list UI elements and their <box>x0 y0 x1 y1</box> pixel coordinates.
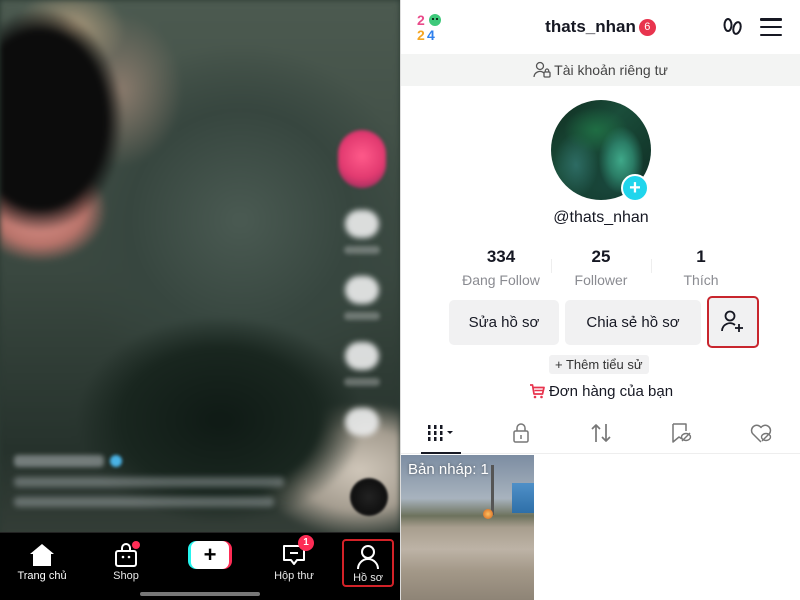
add-friends-button[interactable] <box>707 296 759 348</box>
private-account-icon <box>533 61 551 78</box>
add-bio-button[interactable]: + Thêm tiểu sử <box>549 355 649 374</box>
home-indicator[interactable] <box>140 592 260 596</box>
followers-label: Follower <box>574 272 628 288</box>
add-friend-icon <box>721 310 743 332</box>
verified-icon <box>110 455 122 467</box>
nav-inbox[interactable]: 1 Hộp thư <box>258 535 330 582</box>
nav-shop-label: Shop <box>113 570 139 582</box>
year-2024-logo-icon[interactable]: 2 2 4 <box>417 12 443 43</box>
share-icon[interactable] <box>345 408 379 436</box>
edit-profile-button[interactable]: Sửa hồ sơ <box>449 300 559 345</box>
profile-video-grid: Bản nháp: 1 <box>401 455 800 600</box>
video-caption <box>14 455 294 507</box>
bookmark-count <box>344 378 380 386</box>
lock-icon <box>513 422 529 443</box>
caption-username[interactable] <box>14 455 294 467</box>
following-count: 334 <box>486 247 516 266</box>
grid-icon <box>428 424 453 441</box>
followers-count: 25 <box>591 247 611 266</box>
bookmark-icon[interactable] <box>345 342 379 370</box>
header-username: thats_nhan <box>545 17 636 36</box>
drafts-tile[interactable]: Bản nháp: 1 <box>401 455 534 600</box>
profile-username-switcher[interactable]: thats_nhan 6 <box>545 17 656 37</box>
tab-favorites[interactable] <box>641 412 721 453</box>
music-disc-icon[interactable] <box>350 478 388 516</box>
stat-likes[interactable]: 1 Thích <box>651 247 751 288</box>
creator-avatar[interactable] <box>338 130 386 188</box>
video-feed-screen: Trang chủ Shop + 1 Hộp thư Hồ sơ <box>0 0 400 600</box>
bookmark-hidden-icon <box>672 422 692 443</box>
orders-label: Đơn hàng của bạn <box>548 383 674 400</box>
drafts-label: Bản nháp: 1 <box>408 461 489 478</box>
profile-avatar-container: + <box>551 100 651 202</box>
repost-icon <box>591 423 611 442</box>
likes-count: 1 <box>696 247 706 266</box>
nav-profile[interactable]: Hồ sơ <box>342 539 394 587</box>
video-side-actions <box>338 130 386 436</box>
footprints-icon[interactable] <box>722 16 744 38</box>
account-notification-badge: 6 <box>638 18 656 36</box>
svg-text:2: 2 <box>417 12 425 28</box>
shopping-cart-icon <box>529 384 545 399</box>
nav-shop[interactable]: Shop <box>90 541 162 582</box>
profile-header: 2 2 4 thats_nhan 6 <box>401 0 800 54</box>
profile-icon <box>356 543 380 571</box>
home-icon <box>29 541 55 569</box>
comment-icon[interactable] <box>345 276 379 304</box>
nav-inbox-label: Hộp thư <box>274 570 314 582</box>
screenshot-frame: Trang chủ Shop + 1 Hộp thư Hồ sơ 2 2 4 t… <box>0 0 800 600</box>
profile-stats: 334 Đang Follow 25 Follower 1 Thích <box>451 247 751 288</box>
profile-screen: 2 2 4 thats_nhan 6 Tài khoản riêng tư + … <box>400 0 800 600</box>
tab-liked[interactable] <box>721 412 800 453</box>
tab-private[interactable] <box>481 412 561 453</box>
hamburger-menu-icon[interactable] <box>760 18 782 36</box>
like-count <box>344 246 380 254</box>
likes-label: Thích <box>683 272 719 288</box>
profile-handle: @thats_nhan <box>553 209 649 226</box>
plus-symbol: + <box>191 541 229 569</box>
blurred-caption-line <box>14 477 284 487</box>
private-account-label: Tài khoản riêng tư <box>554 62 668 78</box>
private-account-bar[interactable]: Tài khoản riêng tư <box>401 54 800 86</box>
stat-following[interactable]: 334 Đang Follow <box>451 247 551 288</box>
profile-content-tabs <box>401 412 800 454</box>
tab-reposts[interactable] <box>561 412 641 453</box>
following-label: Đang Follow <box>462 272 540 288</box>
profile-actions: Sửa hồ sơ Chia sẻ hồ sơ <box>449 296 759 348</box>
bottom-navigation: Trang chủ Shop + 1 Hộp thư Hồ sơ <box>0 532 400 600</box>
blurred-caption-line <box>14 497 274 507</box>
blurred-username <box>14 455 104 467</box>
like-icon[interactable] <box>345 210 379 238</box>
tile-thumbnail-detail <box>483 509 493 519</box>
tile-thumbnail-detail <box>491 465 494 515</box>
heart-hidden-icon <box>750 424 772 443</box>
add-avatar-plus-icon[interactable]: + <box>621 174 649 202</box>
share-profile-button[interactable]: Chia sẻ hồ sơ <box>565 300 701 345</box>
tile-thumbnail-detail <box>512 483 534 513</box>
tab-videos[interactable] <box>401 412 481 454</box>
your-orders-link[interactable]: Đơn hàng của bạn <box>401 383 800 400</box>
inbox-badge: 1 <box>298 535 314 551</box>
shop-notification-dot <box>132 541 140 549</box>
stat-followers[interactable]: 25 Follower <box>551 247 651 288</box>
comment-count <box>344 312 380 320</box>
nav-create[interactable]: + <box>174 541 246 569</box>
create-plus-icon: + <box>188 541 232 569</box>
nav-profile-label: Hồ sơ <box>353 572 383 584</box>
svg-text:4: 4 <box>427 27 435 42</box>
nav-home[interactable]: Trang chủ <box>6 541 78 582</box>
nav-home-label: Trang chủ <box>17 570 67 582</box>
svg-text:2: 2 <box>417 27 425 42</box>
